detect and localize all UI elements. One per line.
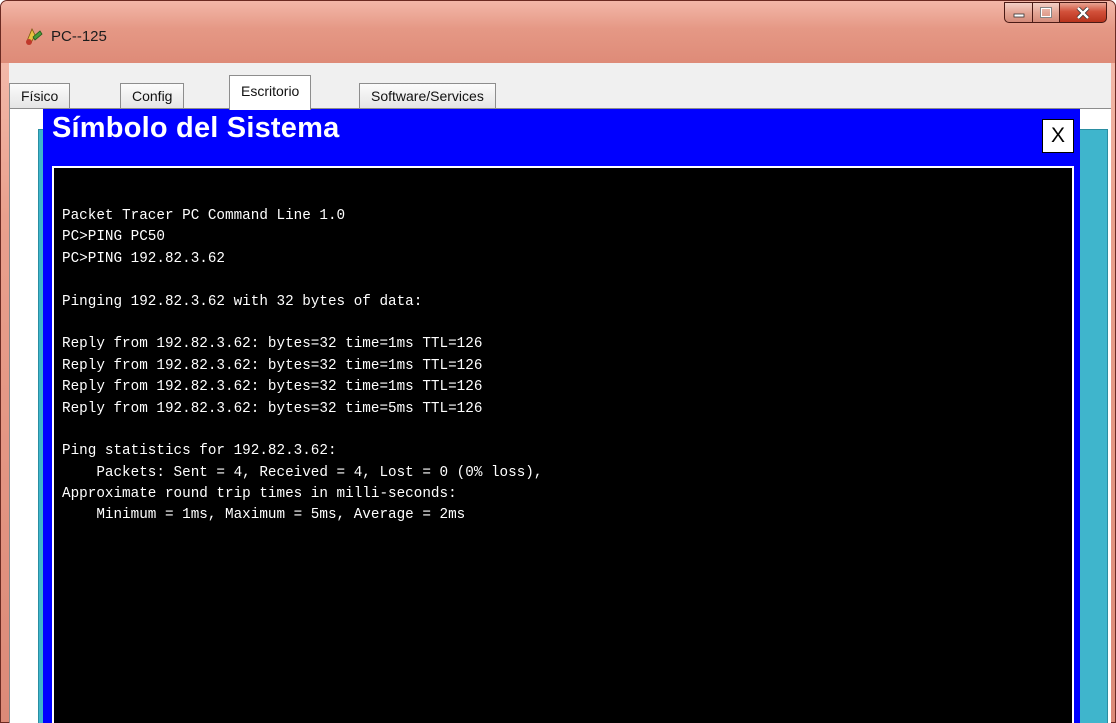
terminal-line: Packets: Sent = 4, Received = 4, Lost = … [62,464,543,481]
tab-escritorio[interactable]: Escritorio [229,75,312,110]
close-icon [1076,6,1090,19]
terminal-line: PC>PING PC50 [62,229,165,246]
terminal-line: Approximate round trip times in milli-se… [62,486,457,503]
maximize-icon [1040,7,1052,18]
terminal-line: Minimum = 1ms, Maximum = 5ms, Average = … [62,507,466,524]
terminal-line: Pinging 192.82.3.62 with 32 bytes of dat… [62,293,423,310]
terminal-line: Reply from 192.82.3.62: bytes=32 time=1m… [62,336,483,353]
terminal-line: Packet Tracer PC Command Line 1.0 [62,208,346,224]
tab-software-services[interactable]: Software/Services [359,83,496,109]
packet-tracer-pc-icon [26,28,43,45]
terminal-line: Reply from 192.82.3.62: bytes=32 time=1m… [62,379,483,396]
minimize-button[interactable] [1004,2,1032,23]
terminal-line: Reply from 192.82.3.62: bytes=32 time=5m… [62,400,483,417]
maximize-button[interactable] [1032,2,1059,23]
minimize-icon [1013,13,1024,17]
window-controls [1004,2,1107,23]
terminal-output[interactable]: Packet Tracer PC Command Line 1.0 PC>PING… [52,166,1074,723]
command-prompt-close-button[interactable]: X [1042,119,1074,153]
command-prompt-window: Símbolo del Sistema X Packet Tracer PC C… [43,109,1080,723]
command-prompt-title: Símbolo del Sistema [52,112,340,144]
title-bar[interactable]: PC--125 [1,1,1115,63]
terminal-line: Reply from 192.82.3.62: bytes=32 time=1m… [62,357,483,374]
tab-fisico[interactable]: Físico [9,83,71,109]
window-title: PC--125 [51,28,107,45]
close-button[interactable] [1059,2,1107,23]
terminal-line: Ping statistics for 192.82.3.62: [62,443,337,460]
tab-config[interactable]: Config [120,83,185,109]
terminal-line: PC>PING 192.82.3.62 [62,250,226,267]
tab-strip: Físico Config Escritorio Software/Servic… [9,75,1111,110]
